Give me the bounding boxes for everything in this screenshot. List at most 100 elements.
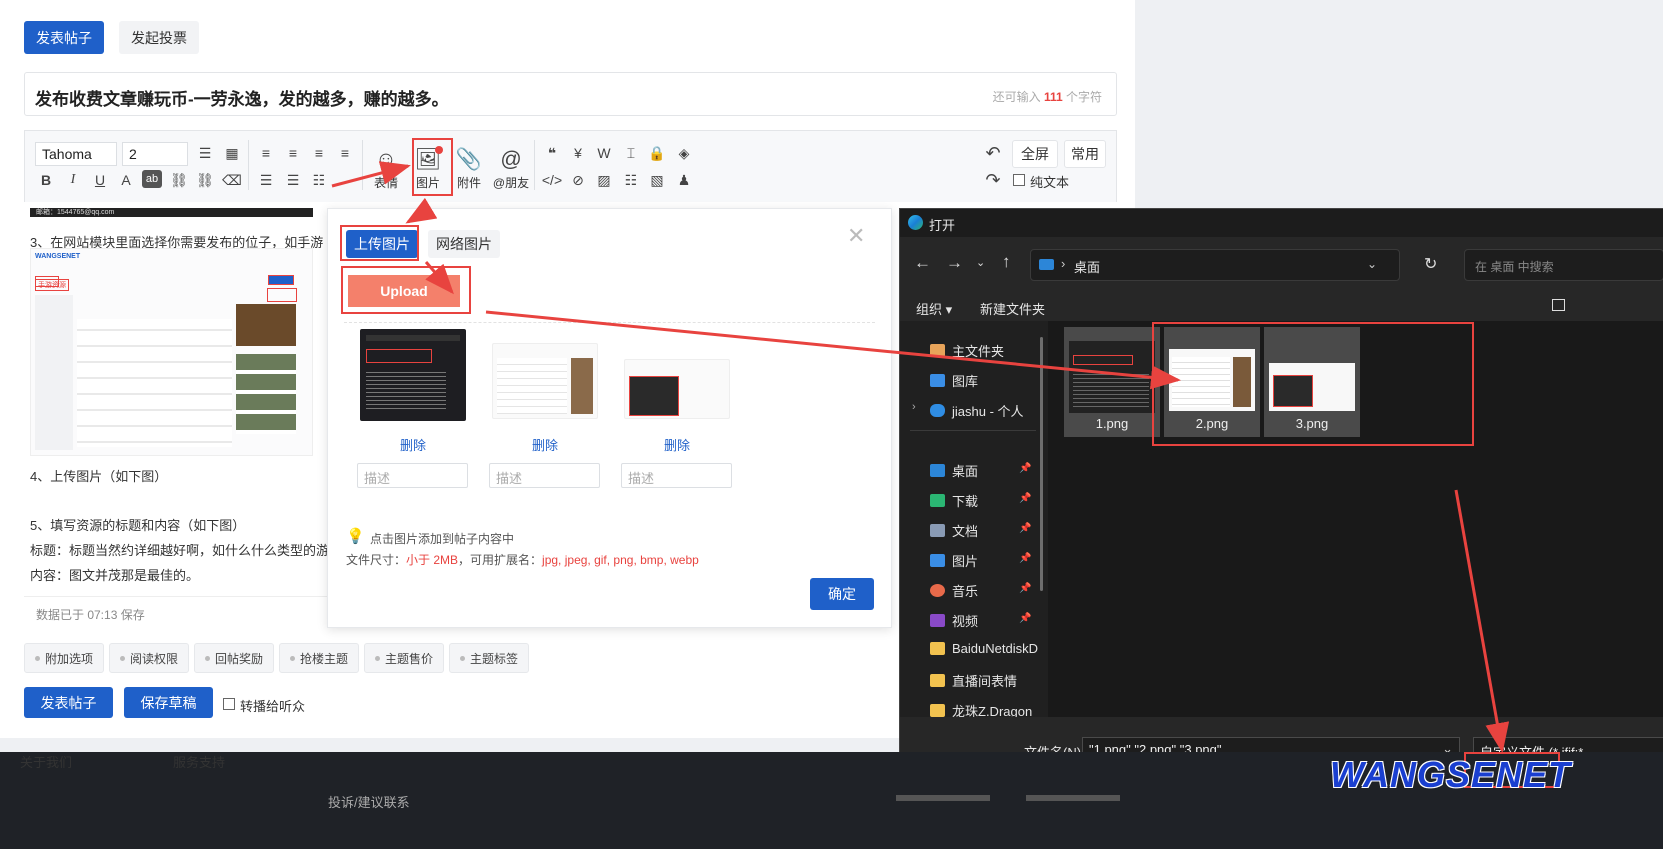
address-bar[interactable]: › 桌面 ⌄ [1030,249,1400,281]
close-icon[interactable]: ✕ [847,223,865,249]
bold-icon[interactable]: B [35,169,57,191]
sidebar-item-folder[interactable]: 直播间表情 [930,671,1017,690]
option-floor-grab[interactable]: 抢楼主题 [279,643,360,673]
chevron-right-icon[interactable]: › [912,401,916,413]
broadcast-checkbox[interactable] [223,698,235,710]
bullet-list-icon[interactable]: ☷ [308,169,330,191]
option-read-permission[interactable]: 阅读权限 [109,643,190,673]
tab-web-image[interactable]: 网络图片 [428,230,500,258]
description-input[interactable]: 描述 [357,463,468,488]
sidebar-item-desktop[interactable]: 桌面 [930,461,978,480]
content-line: 4、上传图片（如下图） [30,469,168,484]
mention-button[interactable]: @ @朋友 [491,146,531,191]
currency-icon[interactable]: ¥ [567,142,589,164]
word-icon[interactable]: W [593,142,615,164]
footer-about[interactable]: 关于我们 [20,752,72,771]
organize-menu[interactable]: 组织 ▾ [916,299,952,318]
redo-icon[interactable]: ↷ [982,169,1004,191]
align-left-icon[interactable]: ≡ [282,142,304,164]
chevron-down-icon[interactable]: ⌄ [1367,257,1377,271]
uploaded-thumbnail[interactable] [624,359,730,419]
layers-icon[interactable]: ◈ [673,142,695,164]
delete-image-link[interactable]: 删除 [492,435,598,454]
italic-icon[interactable]: I [62,169,84,191]
pattern-icon[interactable]: ▧ [646,169,668,191]
option-thread-tags[interactable]: 主题标签 [449,643,530,673]
sidebar-item-music[interactable]: 音乐 [930,581,978,600]
option-extra[interactable]: 附加选项 [24,643,105,673]
uploaded-thumbnail[interactable] [492,343,598,419]
confirm-button[interactable]: 确定 [810,578,874,610]
description-input[interactable]: 描述 [489,463,600,488]
post-thread-button[interactable]: 发表帖子 [24,687,113,718]
file-item[interactable]: 1.png [1064,327,1160,437]
hide-icon[interactable]: ⊘ [567,169,589,191]
description-input[interactable]: 描述 [621,463,732,488]
uploaded-thumbnail[interactable] [360,329,466,421]
view-icon[interactable] [1552,299,1565,311]
command-bar: 组织 ▾ 新建文件夹 [900,291,1663,321]
chevron-down-icon[interactable]: ⌄ [976,256,985,269]
option-thread-price[interactable]: 主题售价 [364,643,445,673]
align-right-icon[interactable]: ≡ [334,142,356,164]
align-center-icon[interactable]: ≡ [308,142,330,164]
attachment-button[interactable]: 📎 附件 [449,146,489,191]
forward-icon[interactable]: → [946,253,963,273]
sidebar-item-videos[interactable]: 视频 [930,611,978,630]
sidebar-item-pictures[interactable]: 图片 [930,551,978,570]
indent-icon[interactable]: ☰ [255,169,277,191]
new-folder-button[interactable]: 新建文件夹 [980,299,1045,318]
gallery-icon [930,374,945,387]
breadcrumb-separator: › [1061,256,1066,271]
sidebar-item-gallery[interactable]: 图库 [930,371,978,390]
image-edit-icon[interactable]: ▨ [593,169,615,191]
font-family-select[interactable]: Tahoma [35,142,117,166]
start-vote-tab[interactable]: 发起投票 [119,21,199,54]
save-draft-button[interactable]: 保存草稿 [124,687,213,718]
code-icon[interactable]: </> [541,169,563,191]
link-icon[interactable]: ⛓ [168,169,190,191]
background-color-icon[interactable]: ab [142,170,162,188]
sidebar-item-documents[interactable]: 文档 [930,521,978,540]
lock-icon[interactable]: 🔒 [646,142,668,164]
sidebar-item-folder[interactable]: BaiduNetdiskD [930,641,1038,656]
sidebar-item-onedrive[interactable]: jiashu - 个人 [930,401,1024,420]
back-icon[interactable]: ← [914,253,931,273]
emoji-button[interactable]: ☺ 表情 [366,146,406,191]
underline-icon[interactable]: U [89,169,111,191]
font-color-icon[interactable]: A [115,169,137,191]
outdent-icon[interactable]: ☰ [282,169,304,191]
table-icon[interactable]: ▦ [221,142,243,164]
undo-icon[interactable]: ↶ [982,142,1004,164]
scrollbar[interactable] [1040,337,1043,591]
sidebar-item-home[interactable]: 主文件夹 [930,341,1004,360]
footer-feedback[interactable]: 投诉/建议联系 [328,792,410,811]
refresh-icon[interactable]: ↻ [1424,254,1437,274]
list-layout-icon[interactable]: ☷ [620,169,642,191]
up-icon[interactable]: ↑ [1002,252,1011,272]
delete-image-link[interactable]: 删除 [624,435,730,454]
plain-text-checkbox[interactable] [1013,174,1025,186]
sidebar-item-downloads[interactable]: 下载 [930,491,978,510]
delete-image-link[interactable]: 删除 [360,435,466,454]
unlink-icon[interactable]: ⛓ [194,169,216,191]
font-size-select[interactable]: 2 [122,142,188,166]
breadcrumb: 桌面 [1074,260,1101,275]
video-icon [930,614,945,627]
title-input[interactable]: 发布收费文章赚玩币-一劳永逸，发的越多，赚的越多。 还可输入 111 个字符 [24,72,1117,116]
embedded-screenshot[interactable]: WANGSENET 手游资源 [30,248,313,456]
ordered-list-icon[interactable]: ≡ [255,142,277,164]
eraser-icon[interactable]: ⌫ [221,169,243,191]
footer-service[interactable]: 服务支持 [173,752,225,771]
cloud-icon [930,404,945,417]
qq-icon[interactable]: ♟ [673,169,695,191]
common-button[interactable]: 常用 [1064,140,1106,168]
highlight-box [35,276,59,287]
horizontal-rule-icon[interactable]: ☰ [194,142,216,164]
pagebreak-icon[interactable]: ⌶ [620,142,642,164]
search-input[interactable]: 在 桌面 中搜索 [1464,249,1663,281]
fullscreen-button[interactable]: 全屏 [1012,140,1058,168]
option-reply-reward[interactable]: 回帖奖励 [194,643,275,673]
post-thread-tab[interactable]: 发表帖子 [24,21,104,54]
quote-icon[interactable]: ❝ [541,142,563,164]
